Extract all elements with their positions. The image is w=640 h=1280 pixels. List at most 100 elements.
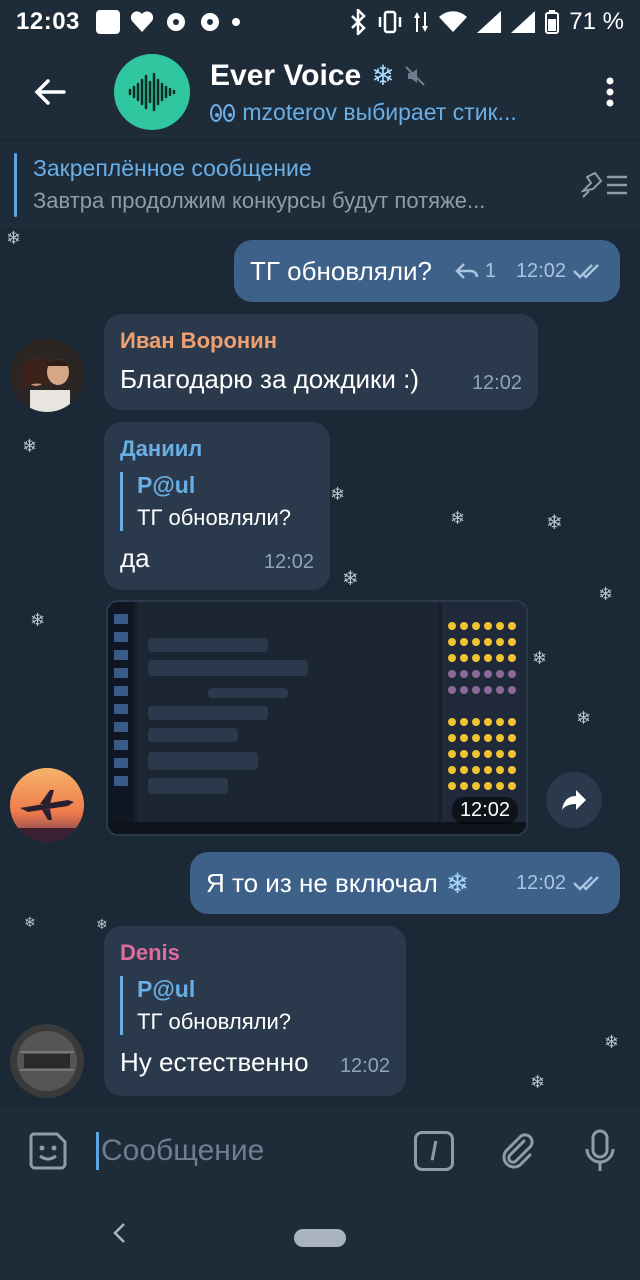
reply-quote[interactable]: P@ul ТГ обновляли? [120,976,390,1035]
reply-text: ТГ обновляли? [137,505,291,530]
incoming-message[interactable]: Denis P@ul ТГ обновляли? Ну естественно … [104,926,406,1096]
sender-name[interactable]: Даниил [120,436,314,462]
gear-notification-icon [166,13,185,31]
avatar-denis[interactable] [10,1024,84,1098]
pinned-text: Закреплённое сообщение Завтра продолжим … [33,155,570,214]
status-time: 12:03 [16,8,80,35]
more-vertical-icon [606,77,614,107]
chat-info[interactable]: Ever Voice ❄ mzoterov выбирает стик... [210,59,580,126]
snowflake-decor: ❄ [598,584,614,604]
heart-icon [130,11,153,32]
snowflake-decor: ❄ [530,1072,546,1092]
reply-arrow-icon [455,263,479,279]
sticker-smile-icon [29,1132,67,1170]
sender-name[interactable]: Иван Воронин [120,328,522,354]
chat-status-row: mzoterov выбирает стик... [210,99,580,126]
snowflake-decor: ❄ [24,914,36,930]
message-placeholder: Сообщение [101,1134,265,1167]
more-notifications-dot [231,18,240,26]
photo-message[interactable]: 12:02 [106,600,528,836]
paperclip-icon [502,1133,534,1169]
nav-back-icon[interactable] [112,1222,126,1244]
back-button[interactable] [0,44,100,140]
app-notification-icon [95,10,120,34]
outgoing-message[interactable]: Я то из не включал ❄ 12:02 [190,852,620,914]
vibrate-icon [379,10,402,34]
battery-percent: 71 % [569,8,624,35]
forward-button[interactable] [546,772,602,828]
nav-home-pill[interactable] [294,1229,346,1247]
pinned-list-button[interactable] [570,171,640,199]
pinned-title: Закреплённое сообщение [33,155,312,181]
pinned-body: Завтра продолжим конкурсы будут потяже..… [33,188,486,213]
more-menu-button[interactable] [580,44,640,140]
muted-icon [404,65,425,86]
forward-arrow-icon [562,790,586,810]
pin-list-icon [581,171,627,198]
message-text: Ну естественно [120,1047,309,1077]
snowflake-decor: ❄ [22,436,38,456]
avatar-ivan[interactable] [10,338,84,412]
message-time: 12:02 [515,871,566,894]
pinned-indicator [14,152,17,217]
double-check-icon [573,876,599,891]
snowflake-decor: ❄ [546,512,563,534]
microphone-icon [585,1129,615,1171]
arrow-left-icon [34,79,66,105]
wifi-icon [439,11,468,33]
signal-icon [477,11,502,33]
gear-notification-icon-2 [200,13,219,31]
snowflake-icon: ❄ [371,60,395,91]
chat-header: Ever Voice ❄ mzoterov выбирает стик... [0,44,640,140]
group-avatar[interactable] [114,54,190,130]
eyes-icon [210,103,236,123]
snowflake-decor: ❄ [532,648,548,668]
emoji-button[interactable] [0,1106,96,1196]
snowflake-decor: ❄ [604,1032,620,1052]
chat-title: Ever Voice [210,58,362,92]
snowflake-decor: ❄ [96,916,108,932]
typing-status: mzoterov выбирает стик... [242,98,517,125]
attach-button[interactable] [476,1106,560,1196]
bot-commands-button[interactable]: / [392,1106,476,1196]
voice-record-button[interactable] [560,1106,640,1196]
message-time: 12:02 [339,1055,390,1077]
notification-icons [95,10,240,34]
message-time: 12:02 [515,259,566,282]
snowflake-decor: ❄ [6,228,22,248]
message-list[interactable]: ❄ ❄ ❄ ❄ ❄ ❄ ❄ ❄ ❄ ❄ ❄ ❄ ❄ ❄ ТГ обновляли… [0,228,640,1106]
message-time: 12:02 [471,372,522,394]
message-time: 12:02 [263,551,314,573]
message-text: да [120,543,150,573]
message-text: Благодарю за дождики :) [120,364,420,394]
message-meta: 12:02 [516,872,604,895]
outgoing-message[interactable]: ТГ обновляли? 1 12:02 [234,240,620,302]
bluetooth-icon [351,9,367,35]
incoming-message[interactable]: Иван Воронин Благодарю за дождики :) 12:… [104,314,538,410]
system-navigation-bar [0,1196,640,1280]
reply-quote[interactable]: P@ul ТГ обновляли? [120,472,314,531]
slash-command-icon: / [414,1131,454,1171]
message-input[interactable]: Сообщение [96,1106,392,1196]
snowflake-decor: ❄ [30,610,46,630]
sound-wave-icon [128,72,176,112]
status-bar: 12:03 71 % [0,0,640,44]
sender-name[interactable]: Denis [120,940,390,966]
signal-icon-2 [511,11,536,33]
message-text: ТГ обновляли? [250,255,432,286]
incoming-message[interactable]: Даниил P@ul ТГ обновляли? да 12:02 [104,422,330,590]
reply-author: P@ul [137,976,196,1002]
avatar-airplane[interactable] [10,768,84,842]
message-input-bar: Сообщение / [0,1106,640,1196]
data-arrows-icon [414,12,429,32]
snowflake-decor: ❄ [576,708,592,728]
pinned-message-bar[interactable]: Закреплённое сообщение Завтра продолжим … [0,140,640,228]
reply-author: P@ul [137,472,196,498]
message-text: Я то из не включал [206,867,438,898]
snowflake-decor: ❄ [342,568,359,590]
double-check-icon [573,264,599,279]
snowflake-emoji: ❄ [445,867,470,899]
reply-count[interactable]: 1 [485,260,496,283]
reply-text: ТГ обновляли? [137,1009,291,1034]
snowflake-decor: ❄ [450,508,466,528]
